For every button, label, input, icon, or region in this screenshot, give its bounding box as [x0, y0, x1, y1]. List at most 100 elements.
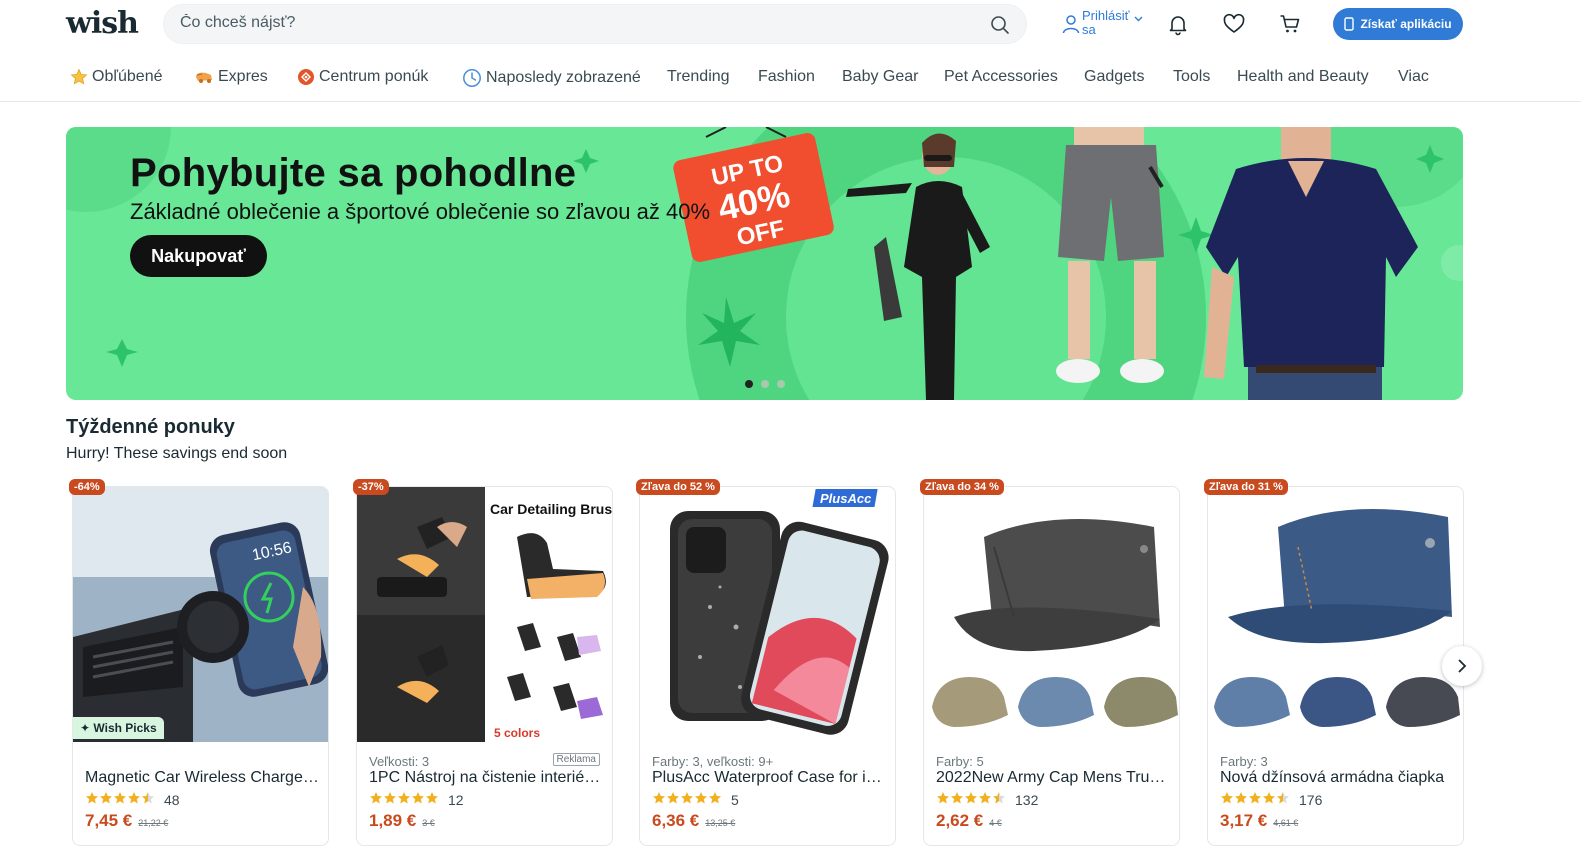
- product-title[interactable]: Magnetic Car Wireless Charger Holder: [85, 769, 319, 787]
- promo-banner[interactable]: UP TO 40% OFF Pohybujte sa pohodlne Zákl…: [66, 127, 1463, 400]
- nav-item-deals-center[interactable]: Centrum ponúk: [297, 68, 428, 86]
- product-image[interactable]: 10:56 ✦ Wish Picks: [73, 487, 328, 742]
- star-icon: [142, 792, 154, 804]
- carousel-dot-2[interactable]: [761, 380, 769, 388]
- image-caption-colors: 5 colors: [494, 726, 540, 740]
- star-icon: [384, 792, 396, 804]
- product-card[interactable]: -64% 10:56 ✦ Wish Picks Magnetic Car Wir…: [69, 479, 329, 846]
- star-rating: 5: [652, 791, 739, 808]
- nav-item-trending[interactable]: Trending: [667, 68, 730, 86]
- product-title[interactable]: 2022New Army Cap Mens Trucker Hat: [936, 769, 1170, 787]
- product-image[interactable]: Car Detailing Brush 5 colors: [357, 487, 612, 742]
- review-count: 12: [448, 791, 464, 808]
- original-price: 3 €: [422, 818, 435, 828]
- nav-item-label: Obľúbené: [92, 68, 163, 85]
- product-title[interactable]: 1PC Nástroj na čistenie interiéru auta: [369, 769, 603, 787]
- wish-picks-tag: ✦ Wish Picks: [73, 717, 164, 739]
- nav-item-label: Centrum ponúk: [319, 68, 429, 85]
- product-title[interactable]: PlusAcc Waterproof Case for iPhone: [652, 769, 886, 787]
- star-icon: [370, 792, 382, 804]
- category-nav: Obľúbené Expres Centrum ponúk Naposledy …: [0, 58, 1581, 102]
- star-icon: [86, 792, 98, 804]
- star-icon: [709, 792, 721, 804]
- shop-now-button[interactable]: Nakupovať: [130, 235, 267, 277]
- product-card[interactable]: Zľava do 31 % Farby: 3 Nová džínsová arm…: [1204, 479, 1464, 846]
- product-title[interactable]: Nová džínsová armádna čiapka: [1220, 769, 1454, 787]
- brand-logo: PlusAcc: [820, 491, 872, 506]
- nav-item-recently-viewed[interactable]: Naposledy zobrazené: [462, 68, 641, 88]
- current-price: 6,36 €: [652, 811, 700, 830]
- original-price: 4 €: [989, 818, 1002, 828]
- carousel-dot-3[interactable]: [777, 380, 785, 388]
- star-icon: [681, 792, 693, 804]
- nav-item-more[interactable]: Viac: [1398, 68, 1429, 86]
- current-price: 3,17 €: [1220, 811, 1268, 830]
- original-price: 21,22 €: [138, 818, 169, 828]
- cart-icon[interactable]: [1278, 12, 1302, 36]
- product-card[interactable]: Zľava do 34 % Farby: 5 2022New Army Cap …: [920, 479, 1180, 846]
- price: 6,36 € 13,25 €: [652, 811, 735, 831]
- star-rating: 12: [369, 791, 464, 808]
- nav-item-baby-gear[interactable]: Baby Gear: [842, 68, 918, 86]
- chevron-right-icon: [1458, 659, 1467, 673]
- section-subtitle: Hurry! These savings end soon: [66, 445, 288, 462]
- search-input[interactable]: [180, 14, 960, 32]
- nav-item-gadgets[interactable]: Gadgets: [1084, 68, 1144, 86]
- star-icon: [695, 792, 707, 804]
- chevron-down-icon: [1134, 16, 1143, 22]
- price: 3,17 € 4,61 €: [1220, 811, 1298, 831]
- star-icon: [426, 792, 438, 804]
- current-price: 7,45 €: [85, 811, 133, 830]
- star-icon: [1221, 792, 1233, 804]
- search-bar[interactable]: [163, 4, 1027, 44]
- star-icon: [951, 792, 963, 804]
- review-count: 48: [164, 791, 180, 808]
- star-rating: 176: [1220, 791, 1322, 808]
- login-button[interactable]: Prihlásiť sa: [1062, 8, 1152, 40]
- star-icon: [70, 68, 88, 85]
- section-title: Týždenné ponuky: [66, 416, 235, 438]
- star-rating: 132: [936, 791, 1038, 808]
- wish-logo[interactable]: wish: [66, 6, 139, 41]
- star-icon: [1263, 792, 1275, 804]
- star-icon: [1249, 792, 1261, 804]
- nav-item-pet-accessories[interactable]: Pet Accessories: [944, 68, 1058, 86]
- discount-badge: -37%: [353, 479, 389, 495]
- discount-badge: Zľava do 34 %: [920, 479, 1004, 495]
- nav-item-health-beauty[interactable]: Health and Beauty: [1237, 68, 1369, 86]
- product-card[interactable]: -37% Car Detailing Brush 5 colors Veľkos…: [353, 479, 613, 846]
- variant-info: Farby: 3: [1220, 754, 1268, 769]
- nav-item-fashion[interactable]: Fashion: [758, 68, 815, 86]
- product-card[interactable]: Zľava do 52 % PlusAcc Farby: 3, veľkosti…: [636, 479, 896, 846]
- star-icon: [979, 792, 991, 804]
- carousel-dot-1[interactable]: [745, 380, 753, 388]
- current-price: 2,62 €: [936, 811, 984, 830]
- product-image[interactable]: [1208, 487, 1463, 742]
- discount-badge: -64%: [69, 479, 105, 495]
- star-icon: [1235, 792, 1247, 804]
- star-icon: [100, 792, 112, 804]
- bell-icon[interactable]: [1166, 12, 1190, 36]
- search-icon[interactable]: [990, 15, 1010, 35]
- carousel-next-button[interactable]: [1442, 646, 1482, 686]
- star-icon: [114, 792, 126, 804]
- heart-icon[interactable]: [1222, 12, 1246, 36]
- nav-item-label: Expres: [218, 68, 268, 85]
- product-image[interactable]: PlusAcc: [640, 487, 895, 742]
- star-icon: [398, 792, 410, 804]
- variant-info: Veľkosti: 3: [369, 754, 430, 769]
- product-image[interactable]: [924, 487, 1179, 742]
- get-app-label: Získať aplikáciu: [1360, 17, 1452, 31]
- nav-item-express[interactable]: Expres: [194, 68, 268, 86]
- phone-icon: [1344, 17, 1355, 31]
- variant-info: Farby: 5: [936, 754, 984, 769]
- price: 1,89 € 3 €: [369, 811, 435, 831]
- discount-badge: Zľava do 31 %: [1204, 479, 1288, 495]
- get-app-button[interactable]: Získať aplikáciu: [1333, 8, 1463, 40]
- nav-item-tools[interactable]: Tools: [1173, 68, 1210, 86]
- nav-item-favorites[interactable]: Obľúbené: [70, 68, 163, 86]
- price: 7,45 € 21,22 €: [85, 811, 168, 831]
- original-price: 13,25 €: [705, 818, 736, 828]
- nav-item-label: Naposledy zobrazené: [486, 69, 641, 86]
- review-count: 132: [1015, 791, 1039, 808]
